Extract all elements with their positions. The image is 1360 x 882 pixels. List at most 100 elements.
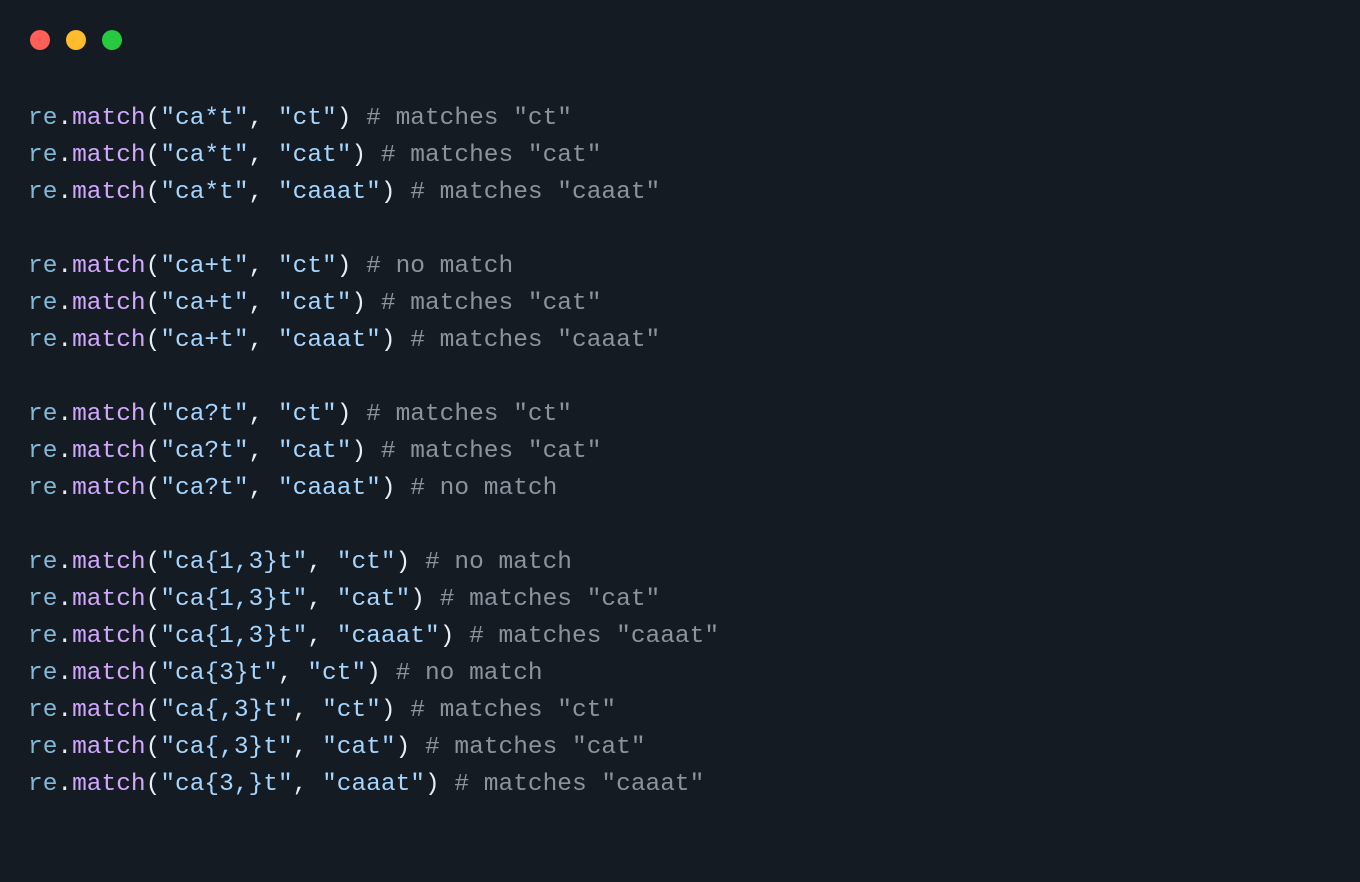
string-pattern: "ca{3}t" <box>160 660 278 687</box>
string-arg: "caaat" <box>337 623 440 650</box>
close-paren: ) <box>425 771 440 798</box>
code-window: re.match("ca*t", "ct") # matches "ct"re.… <box>0 0 1360 882</box>
close-paren: ) <box>381 475 396 502</box>
minimize-icon[interactable] <box>66 30 86 50</box>
fn-match: match <box>72 549 146 576</box>
object-re: re <box>28 697 57 724</box>
close-paren: ) <box>337 401 352 428</box>
object-re: re <box>28 549 57 576</box>
comma: , <box>293 697 322 724</box>
string-pattern: "ca{,3}t" <box>160 734 292 761</box>
fn-match: match <box>72 290 146 317</box>
blank-line <box>28 211 1332 248</box>
fn-match: match <box>72 179 146 206</box>
code-line: re.match("ca*t", "ct") # matches "ct" <box>28 100 1332 137</box>
object-re: re <box>28 771 57 798</box>
close-paren: ) <box>351 438 366 465</box>
comma: , <box>249 179 278 206</box>
fn-match: match <box>72 475 146 502</box>
close-paren: ) <box>337 253 352 280</box>
code-line: re.match("ca{3,}t", "caaat") # matches "… <box>28 766 1332 803</box>
code-line: re.match("ca{,3}t", "ct") # matches "ct" <box>28 692 1332 729</box>
zoom-icon[interactable] <box>102 30 122 50</box>
string-pattern: "ca?t" <box>160 401 248 428</box>
close-paren: ) <box>381 327 396 354</box>
string-pattern: "ca+t" <box>160 290 248 317</box>
open-paren: ( <box>146 105 161 132</box>
open-paren: ( <box>146 475 161 502</box>
code-line: re.match("ca+t", "cat") # matches "cat" <box>28 285 1332 322</box>
object-re: re <box>28 327 57 354</box>
string-arg: "ct" <box>278 253 337 280</box>
comma: , <box>307 586 336 613</box>
fn-match: match <box>72 105 146 132</box>
comment: # matches "cat" <box>381 438 602 465</box>
code-line: re.match("ca{1,3}t", "caaat") # matches … <box>28 618 1332 655</box>
dot-operator: . <box>57 179 72 206</box>
open-paren: ( <box>146 734 161 761</box>
close-paren: ) <box>381 179 396 206</box>
close-paren: ) <box>351 142 366 169</box>
comma: , <box>307 549 336 576</box>
comment: # matches "ct" <box>366 105 572 132</box>
close-icon[interactable] <box>30 30 50 50</box>
comment: # matches "caaat" <box>469 623 719 650</box>
code-line: re.match("ca+t", "caaat") # matches "caa… <box>28 322 1332 359</box>
comment: # matches "cat" <box>381 290 602 317</box>
dot-operator: . <box>57 438 72 465</box>
dot-operator: . <box>57 327 72 354</box>
fn-match: match <box>72 697 146 724</box>
dot-operator: . <box>57 697 72 724</box>
string-pattern: "ca{,3}t" <box>160 697 292 724</box>
string-arg: "ct" <box>278 105 337 132</box>
comment: # no match <box>410 475 557 502</box>
dot-operator: . <box>57 105 72 132</box>
blank-line <box>28 359 1332 396</box>
comma: , <box>293 734 322 761</box>
string-arg: "cat" <box>278 142 352 169</box>
string-pattern: "ca{1,3}t" <box>160 586 307 613</box>
fn-match: match <box>72 253 146 280</box>
object-re: re <box>28 401 57 428</box>
comma: , <box>249 142 278 169</box>
dot-operator: . <box>57 401 72 428</box>
string-arg: "ct" <box>337 549 396 576</box>
open-paren: ( <box>146 179 161 206</box>
comment: # matches "cat" <box>440 586 661 613</box>
comment: # matches "caaat" <box>410 327 660 354</box>
code-line: re.match("ca{,3}t", "cat") # matches "ca… <box>28 729 1332 766</box>
code-area: re.match("ca*t", "ct") # matches "ct"re.… <box>28 100 1332 854</box>
object-re: re <box>28 623 57 650</box>
string-arg: "cat" <box>322 734 396 761</box>
dot-operator: . <box>57 586 72 613</box>
object-re: re <box>28 475 57 502</box>
string-pattern: "ca{1,3}t" <box>160 623 307 650</box>
comment: # matches "ct" <box>366 401 572 428</box>
fn-match: match <box>72 142 146 169</box>
string-arg: "cat" <box>278 290 352 317</box>
object-re: re <box>28 438 57 465</box>
string-pattern: "ca*t" <box>160 179 248 206</box>
open-paren: ( <box>146 549 161 576</box>
open-paren: ( <box>146 697 161 724</box>
close-paren: ) <box>381 697 396 724</box>
open-paren: ( <box>146 401 161 428</box>
object-re: re <box>28 179 57 206</box>
object-re: re <box>28 290 57 317</box>
code-line: re.match("ca?t", "caaat") # no match <box>28 470 1332 507</box>
dot-operator: . <box>57 142 72 169</box>
object-re: re <box>28 660 57 687</box>
fn-match: match <box>72 586 146 613</box>
comma: , <box>293 771 322 798</box>
comment: # matches "ct" <box>410 697 616 724</box>
string-pattern: "ca{1,3}t" <box>160 549 307 576</box>
dot-operator: . <box>57 734 72 761</box>
comma: , <box>278 660 307 687</box>
comma: , <box>249 253 278 280</box>
code-line: re.match("ca?t", "ct") # matches "ct" <box>28 396 1332 433</box>
object-re: re <box>28 253 57 280</box>
code-line: re.match("ca+t", "ct") # no match <box>28 248 1332 285</box>
fn-match: match <box>72 438 146 465</box>
open-paren: ( <box>146 142 161 169</box>
close-paren: ) <box>396 734 411 761</box>
